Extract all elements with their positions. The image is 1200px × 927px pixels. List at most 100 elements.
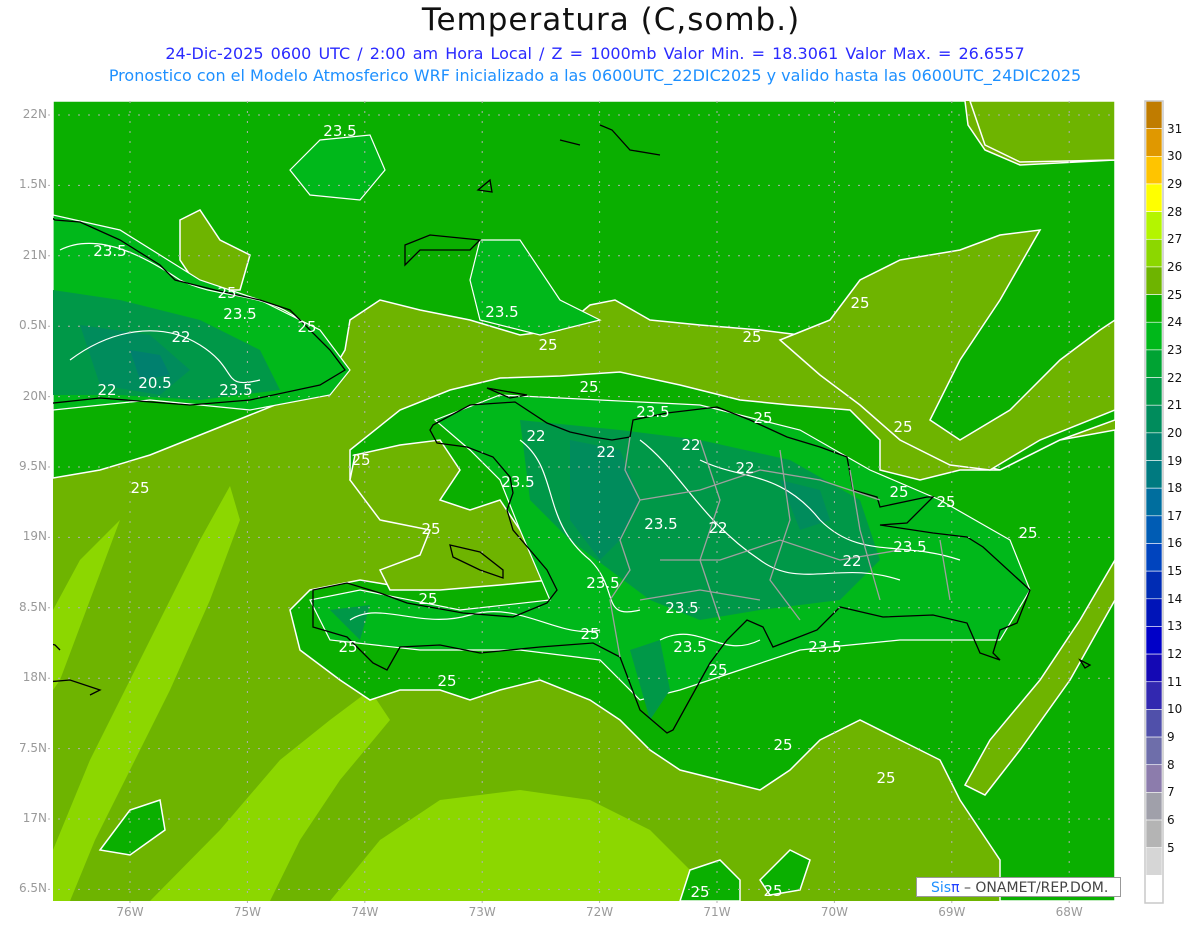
colorbar-swatch <box>1145 792 1163 821</box>
contour-label: 23.5 <box>673 638 707 656</box>
colorbar-label: 8 <box>1167 757 1175 772</box>
colorbar-swatch <box>1145 681 1163 710</box>
contour-label: 23.5 <box>893 538 927 556</box>
contour-label: 22 <box>842 552 862 570</box>
colorbar-label: 19 <box>1167 453 1183 468</box>
colorbar-swatch <box>1145 736 1163 766</box>
contour-label: 25 <box>936 493 956 511</box>
longitude-label: 69W <box>938 905 966 919</box>
longitude-label: 74W <box>351 905 379 919</box>
colorbar-swatch <box>1145 847 1163 876</box>
colorbar-swatch <box>1145 432 1163 461</box>
contour-label: 25 <box>418 590 438 608</box>
colorbar-swatch <box>1145 156 1163 185</box>
contour-label: 22 <box>596 443 616 461</box>
colorbar-swatch <box>1145 404 1163 434</box>
colorbar-label: 17 <box>1167 508 1183 523</box>
latitude-label: 0.5N <box>18 318 47 333</box>
colorbar-swatch <box>1145 487 1163 517</box>
colorbar-swatch <box>1145 626 1163 655</box>
colorbar-swatch <box>1145 211 1163 240</box>
contour-label: 23.5 <box>808 638 842 656</box>
contour-label: 23.5 <box>586 574 620 592</box>
latitude-label: 18N <box>22 670 47 685</box>
colorbar-label: 28 <box>1167 204 1183 219</box>
latitude-label: 9.5N <box>18 459 47 473</box>
contour-label: 25 <box>130 479 150 497</box>
longitude-label: 76W <box>116 905 144 919</box>
latitude-label: 19N <box>22 529 47 544</box>
latitude-label: 21N <box>22 247 47 262</box>
colorbar-label: 22 <box>1167 370 1183 385</box>
latitude-label: 7.5N <box>18 740 47 755</box>
colorbar-label: 18 <box>1167 481 1183 496</box>
contour-label: 25 <box>876 769 896 787</box>
colorbar-label: 15 <box>1167 564 1183 579</box>
colorbar-swatch <box>1145 709 1163 738</box>
colorbar-label: 14 <box>1167 591 1183 606</box>
colorbar-swatch <box>1145 183 1163 212</box>
sispi-logo-sis: Sis <box>931 880 952 896</box>
colorbar-label: 25 <box>1167 287 1183 302</box>
colorbar-label: 5 <box>1167 840 1175 855</box>
colorbar-label: 7 <box>1167 785 1175 800</box>
colorbar-label: 24 <box>1167 315 1183 330</box>
contour-label: 22 <box>526 427 546 445</box>
colorbar-label: 30 <box>1167 149 1183 164</box>
contour-label: 25 <box>297 318 317 336</box>
colorbar-label: 13 <box>1167 619 1183 634</box>
colorbar-swatch <box>1145 819 1163 848</box>
contour-label: 25 <box>1018 524 1038 542</box>
contour-label: 23.5 <box>219 381 253 399</box>
colorbar-label: 23 <box>1167 342 1183 357</box>
contour-label: 22 <box>681 436 701 454</box>
colorbar-swatch <box>1145 598 1163 627</box>
colorbar-label: 21 <box>1167 398 1183 413</box>
colorbar-swatch <box>1145 128 1163 157</box>
colorbar-swatch <box>1145 653 1163 683</box>
contour-label: 22 <box>171 328 191 346</box>
temperature-map <box>48 100 1164 906</box>
latitude-label: 8.5N <box>18 599 47 614</box>
contour-label: 22 <box>708 519 728 537</box>
longitude-label: 71W <box>703 905 731 919</box>
contour-label: 23.5 <box>636 403 670 421</box>
latitude-label: 22N <box>22 107 47 121</box>
colorbar-swatch <box>1145 764 1163 793</box>
contour-label: 25 <box>351 451 371 469</box>
colorbar-label: 12 <box>1167 647 1183 662</box>
longitude-label: 75W <box>233 905 261 919</box>
colorbar-swatch <box>1145 543 1163 572</box>
contour-label: 25 <box>893 418 913 436</box>
contour-label: 25 <box>753 409 773 427</box>
colorbar-label: 10 <box>1167 702 1183 717</box>
contour-label: 23.5 <box>223 305 257 323</box>
longitude-label: 72W <box>586 905 614 919</box>
contour-label: 23.5 <box>485 303 519 321</box>
contour-label: 25 <box>690 883 710 901</box>
colorbar-swatch <box>1145 377 1163 406</box>
colorbar-label: 31 <box>1167 121 1183 136</box>
latitude-label: 17N <box>22 811 47 825</box>
contour-label: 25 <box>421 520 441 538</box>
colorbar-label: 6 <box>1167 813 1175 828</box>
colorbar-label: 26 <box>1167 259 1183 274</box>
contour-label: 25 <box>579 378 599 396</box>
contour-label: 25 <box>763 882 783 900</box>
colorbar-swatch <box>1145 238 1163 268</box>
contour-label: 23.5 <box>665 599 699 617</box>
colorbar-label: 20 <box>1167 425 1183 440</box>
contour-label: 25 <box>889 483 909 501</box>
colorbar-swatch <box>1145 100 1163 129</box>
colorbar-label: 11 <box>1167 674 1183 689</box>
contour-label: 23.5 <box>323 122 357 140</box>
colorbar-swatch <box>1145 460 1163 489</box>
colorbar <box>1144 100 1164 904</box>
colorbar-label: 9 <box>1167 730 1175 745</box>
sispi-logo-pi: π <box>951 880 960 896</box>
colorbar-swatch <box>1145 349 1163 378</box>
latitude-label: 6.5N <box>18 881 47 896</box>
contour-label: 25 <box>580 625 600 643</box>
colorbar-swatch <box>1145 266 1163 295</box>
contour-label: 25 <box>708 661 728 679</box>
